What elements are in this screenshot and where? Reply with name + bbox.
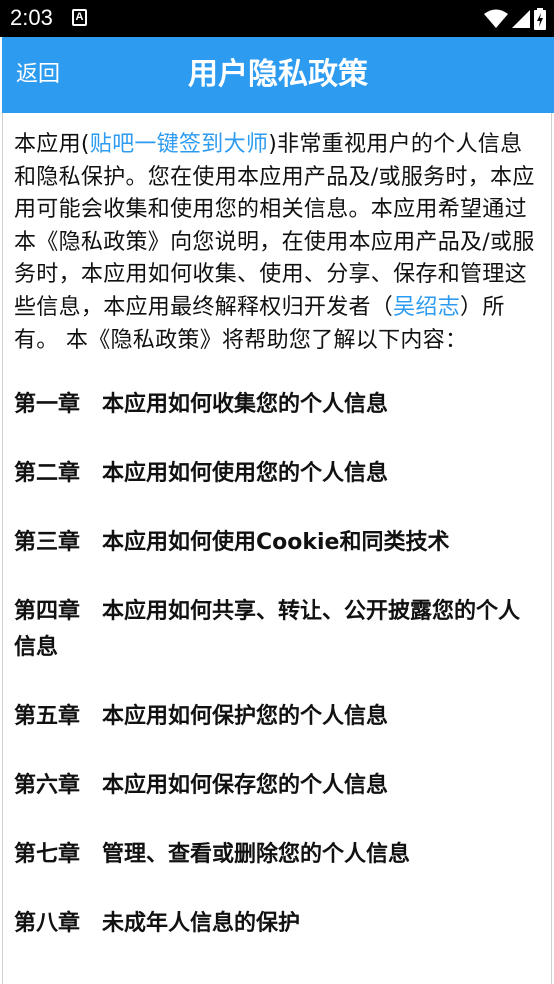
notification-icon: A	[72, 9, 87, 26]
chapter-title: 本应用如何保护您的个人信息	[102, 704, 389, 730]
chapter-title: 本应用如何保存您的个人信息	[102, 773, 389, 799]
chapter-number: 第二章	[14, 461, 81, 487]
signal-icon	[512, 10, 530, 28]
policy-scroll-view[interactable]: 本应用(贴吧一键签到大师)非常重视用户的个人信息和隐私保护。您在使用本应用产品及…	[2, 113, 552, 984]
chapter-number: 第八章	[14, 911, 81, 937]
policy-content: 本应用(贴吧一键签到大师)非常重视用户的个人信息和隐私保护。您在使用本应用产品及…	[3, 113, 551, 942]
chapter-number: 第七章	[14, 842, 81, 868]
chapter-number: 第三章	[14, 530, 81, 556]
intro-text-2: )非常重视用户的个人信息和隐私保护。您在使用本应用产品及/或服务时，本应用可能会…	[14, 132, 535, 320]
chapter-number: 第四章	[14, 599, 81, 625]
intro-paragraph: 本应用(贴吧一键签到大师)非常重视用户的个人信息和隐私保护。您在使用本应用产品及…	[14, 129, 540, 357]
status-icons	[484, 7, 546, 31]
intro-text-1: 本应用(	[14, 132, 90, 157]
chapter-3-heading: 第三章 本应用如何使用Cookie和同类技术	[14, 525, 540, 561]
chapter-title: 管理、查看或删除您的个人信息	[102, 842, 411, 868]
chapter-2-heading: 第二章 本应用如何使用您的个人信息	[14, 456, 540, 492]
chapter-title: 本应用如何使用您的个人信息	[102, 461, 389, 487]
chapter-title: 本应用如何使用Cookie和同类技术	[102, 530, 450, 556]
chapter-1-heading: 第一章 本应用如何收集您的个人信息	[14, 387, 540, 423]
battery-charging-icon	[534, 8, 546, 30]
app-bar: 返回 用户隐私政策	[2, 37, 554, 113]
status-time: 2:03	[10, 5, 53, 30]
chapter-7-heading: 第七章 管理、查看或删除您的个人信息	[14, 837, 540, 873]
chapter-number: 第一章	[14, 392, 81, 418]
wifi-icon	[484, 9, 508, 28]
page-title: 用户隐私政策	[188, 57, 368, 92]
chapter-8-heading: 第八章 未成年人信息的保护	[14, 906, 540, 942]
chapter-6-heading: 第六章 本应用如何保存您的个人信息	[14, 768, 540, 804]
chapter-title: 本应用如何收集您的个人信息	[102, 392, 389, 418]
chapter-5-heading: 第五章 本应用如何保护您的个人信息	[14, 699, 540, 735]
back-button[interactable]: 返回	[16, 61, 60, 89]
chapter-title: 本应用如何共享、转让、公开披露您的个人信息	[14, 599, 521, 661]
chapter-title: 未成年人信息的保护	[102, 911, 301, 937]
chapter-number: 第六章	[14, 773, 81, 799]
status-bar: 2:03 A	[0, 0, 554, 37]
developer-link[interactable]: 吴绍志	[393, 295, 460, 320]
chapter-number: 第五章	[14, 704, 81, 730]
app-name-link[interactable]: 贴吧一键签到大师	[90, 132, 268, 157]
chapter-4-heading: 第四章 本应用如何共享、转让、公开披露您的个人信息	[14, 594, 540, 666]
